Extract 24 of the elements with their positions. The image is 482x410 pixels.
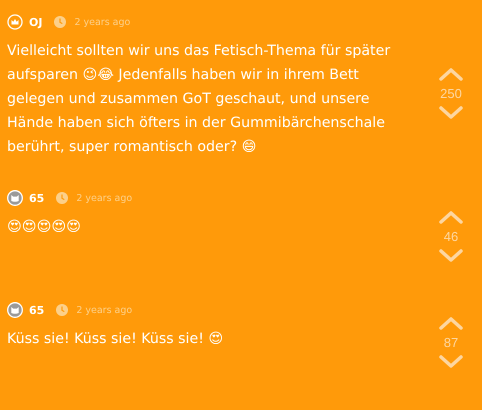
timestamp: 2 years ago xyxy=(74,16,130,28)
clock-icon xyxy=(56,304,68,316)
crown-avatar-icon xyxy=(7,14,23,30)
upvote-button[interactable] xyxy=(438,66,464,82)
vote-count: 46 xyxy=(444,228,458,244)
author-name: OJ xyxy=(29,16,42,28)
cat-avatar-icon xyxy=(7,190,23,206)
author-name: 65 xyxy=(29,304,44,316)
downvote-button[interactable] xyxy=(438,248,464,264)
comment-text: Küss sie! Küss sie! Küss sie! 😍 xyxy=(7,330,224,349)
clock-icon xyxy=(56,192,68,204)
author-name: 65 xyxy=(29,192,44,204)
comment-text: 😍😍😍😍😍 xyxy=(7,218,82,237)
vote-count: 87 xyxy=(444,335,458,350)
downvote-button[interactable] xyxy=(438,354,464,370)
upvote-button[interactable] xyxy=(438,208,464,224)
downvote-button[interactable] xyxy=(438,104,464,120)
comment-text: Vielleicht sollten wir uns das Fetisch-Thema für später aufsparen 😉😂 Jedenfalls haben wir in ihrem Bett gelegen und zusammen GoT geschaut, und unsere Hände haben sich öfters in der Gummibärchenschale berührt, super romantisch oder? 😄 xyxy=(7,42,392,157)
timestamp: 2 years ago xyxy=(76,192,132,204)
clock-icon xyxy=(54,16,66,28)
timestamp: 2 years ago xyxy=(76,304,132,316)
upvote-button[interactable] xyxy=(438,315,464,331)
vote-count: 250 xyxy=(440,86,462,100)
cat-avatar-icon xyxy=(7,302,23,318)
